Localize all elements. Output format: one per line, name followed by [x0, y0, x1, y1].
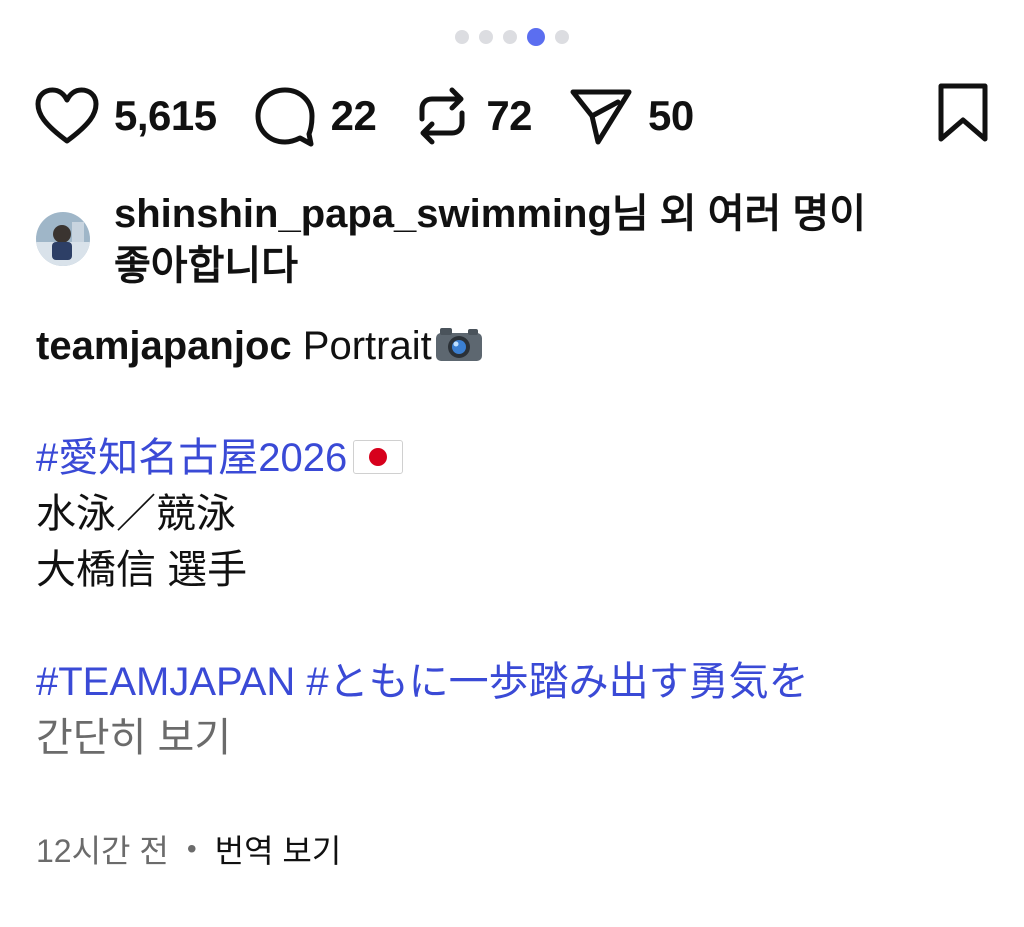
repost-button[interactable]: 72 [412, 83, 533, 149]
liked-by-text: shinshin_papa_swimming님 외 여러 명이 좋아합니다 [114, 188, 866, 292]
post-meta: 12시간 전 • 번역 보기 [36, 826, 341, 872]
carousel-dot [503, 30, 517, 44]
bookmark-icon [938, 83, 988, 142]
share-button[interactable]: 50 [568, 84, 694, 148]
comment-icon [255, 87, 315, 147]
caption-first-line: teamjapanjoc Portrait [36, 318, 984, 374]
meta-separator: • [186, 833, 197, 864]
carousel-dot-active [527, 28, 545, 46]
action-bar: 5,615 22 72 50 [34, 78, 990, 154]
avatar[interactable] [36, 212, 90, 266]
camera-emoji [435, 328, 482, 361]
translate-button[interactable]: 번역 보기 [215, 826, 342, 872]
liked-by-section: shinshin_papa_swimming님 외 여러 명이 좋아합니다 [36, 188, 984, 292]
comment-count: 22 [330, 92, 377, 139]
japan-flag-emoji [353, 440, 404, 474]
share-count: 50 [648, 92, 694, 139]
hashtag-aichi-nagoya[interactable]: #愛知名古屋2026 [36, 436, 347, 480]
carousel-indicator [0, 28, 1024, 46]
liked-by-suffix: 님 외 여러 명이 [611, 192, 867, 236]
like-count: 5,615 [114, 92, 217, 139]
collapse-caption-button[interactable]: 간단히 보기 [36, 710, 984, 766]
carousel-dot [479, 30, 493, 44]
caption-sport: 水泳／競泳 [36, 492, 236, 536]
heart-icon [35, 87, 99, 144]
repost-count: 72 [486, 92, 533, 139]
like-button[interactable]: 5,615 [34, 86, 217, 146]
carousel-dot [455, 30, 469, 44]
caption-text: Portrait [291, 324, 432, 368]
comment-button[interactable]: 22 [253, 84, 377, 148]
repost-icon [419, 87, 465, 145]
carousel-dot [555, 30, 569, 44]
post-caption: teamjapanjoc Portrait #愛知名古屋2026 水泳／競泳 大… [36, 318, 984, 766]
liked-by-username[interactable]: shinshin_papa_swimming [114, 192, 612, 236]
liked-by-line2: 좋아합니다 [114, 244, 298, 288]
send-icon [570, 89, 632, 145]
bookmark-button[interactable] [936, 82, 990, 149]
caption-username[interactable]: teamjapanjoc [36, 324, 292, 368]
caption-athlete: 大橋信 選手 [36, 548, 248, 592]
hashtag-line-2[interactable]: #TEAMJAPAN #ともに一歩踏み出す勇気を [36, 654, 984, 710]
hashtag-line-1: #愛知名古屋2026 [36, 430, 984, 486]
post-timestamp: 12시간 전 [36, 833, 169, 869]
